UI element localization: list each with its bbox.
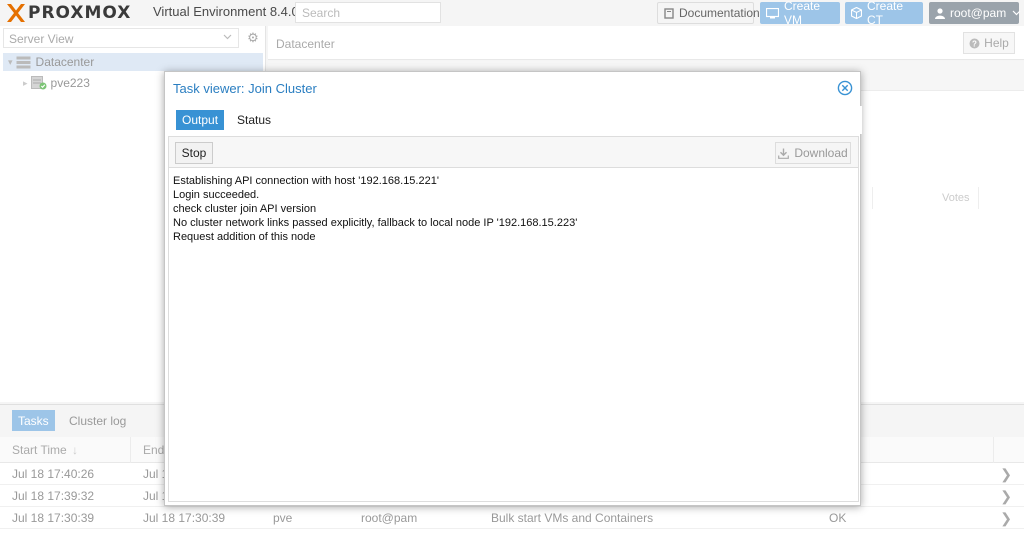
node-online-icon	[30, 76, 47, 90]
chevron-right-icon[interactable]: ❯	[1000, 463, 1012, 485]
create-vm-button[interactable]: Create VM	[760, 0, 840, 27]
logo-text: PROXMOX	[28, 3, 132, 23]
search-input[interactable]	[295, 2, 441, 23]
cube-icon	[851, 7, 862, 19]
stop-button[interactable]: Stop	[175, 142, 213, 164]
cell-start-time: Jul 18 17:40:26	[12, 467, 95, 481]
cell-end-time: Jul 18 17:30:39	[143, 511, 226, 525]
download-icon	[778, 148, 790, 159]
cell-user: root@pam	[361, 511, 418, 525]
svg-text:?: ?	[972, 39, 977, 48]
create-vm-label: Create VM	[784, 0, 821, 27]
task-log-output: Establishing API connection with host '1…	[168, 168, 859, 502]
monitor-icon	[766, 7, 779, 19]
book-icon	[664, 7, 674, 19]
proxmox-x-icon	[6, 3, 26, 23]
user-label: root@pam	[950, 6, 1007, 20]
cell-start-time: Jul 18 17:39:32	[12, 489, 95, 503]
view-selector-value: Server View	[9, 32, 74, 46]
cell-description: Bulk start VMs and Containers	[491, 511, 654, 525]
chevron-down-icon	[1012, 10, 1021, 16]
sort-down-icon: ↓	[72, 443, 79, 457]
tree-item-label: Datacenter	[35, 55, 95, 69]
documentation-button[interactable]: Documentation	[657, 2, 760, 24]
log-line: Request addition of this node	[173, 231, 316, 243]
page-title: Datacenter	[276, 37, 335, 51]
create-ct-label: Create CT	[867, 0, 904, 27]
datacenter-icon	[16, 56, 31, 69]
column-label: Start Time	[12, 443, 67, 457]
task-viewer-dialog: Task viewer: Join Cluster Output Status …	[164, 71, 862, 506]
column-actions	[993, 437, 1024, 463]
tab-status[interactable]: Status	[231, 110, 277, 130]
top-bar: PROXMOX Virtual Environment 8.4.0 Docume…	[0, 0, 1024, 27]
expand-icon[interactable]: ▸	[23, 78, 28, 89]
tab-tasks[interactable]: Tasks	[12, 410, 55, 431]
question-circle-icon: ?	[969, 38, 980, 49]
log-line: No cluster network links passed explicit…	[173, 217, 578, 229]
proxmox-logo[interactable]: PROXMOX	[6, 2, 131, 24]
gear-icon[interactable]: ⚙	[244, 28, 262, 48]
download-button[interactable]: Download	[775, 142, 851, 164]
log-line: check cluster join API version	[173, 203, 317, 215]
view-selector[interactable]: Server View	[3, 28, 239, 48]
column-divider	[978, 187, 979, 209]
table-row[interactable]: Jul 18 17:30:39 Jul 18 17:30:39 pve root…	[0, 507, 1024, 529]
column-start-time[interactable]: Start Time ↓	[0, 437, 131, 463]
version-label: Virtual Environment 8.4.0	[153, 4, 299, 19]
help-button[interactable]: ? Help	[963, 32, 1015, 54]
tree-item-datacenter[interactable]: ▾ Datacenter	[3, 53, 263, 71]
user-icon	[935, 7, 945, 19]
documentation-label: Documentation	[679, 6, 760, 20]
cell-status: OK	[829, 511, 847, 525]
create-ct-button[interactable]: Create CT	[845, 0, 923, 27]
chevron-down-icon	[223, 32, 232, 43]
log-line: Establishing API connection with host '1…	[173, 175, 439, 187]
chevron-right-icon[interactable]: ❯	[1000, 485, 1012, 507]
user-menu-button[interactable]: root@pam	[929, 2, 1021, 24]
log-line: Login succeeded.	[173, 189, 260, 201]
download-label: Download	[794, 146, 848, 160]
collapse-icon[interactable]: ▾	[8, 57, 13, 68]
tree-item-label: pve223	[50, 76, 90, 90]
column-divider	[872, 187, 873, 209]
chevron-right-icon[interactable]: ❯	[1000, 507, 1012, 529]
cell-start-time: Jul 18 17:30:39	[12, 511, 95, 525]
dialog-toolbar: Stop Download	[168, 136, 859, 168]
dialog-title: Task viewer: Join Cluster	[173, 81, 317, 96]
help-label: Help	[984, 36, 1009, 50]
tab-cluster-log[interactable]: Cluster log	[63, 410, 132, 431]
votes-column-header[interactable]: Votes	[942, 192, 970, 204]
dialog-tabs: Output Status	[165, 106, 862, 134]
tab-output[interactable]: Output	[176, 110, 225, 130]
close-icon[interactable]	[837, 80, 853, 96]
content-header: Datacenter ? Help	[268, 26, 1024, 60]
cell-node: pve	[273, 511, 293, 525]
